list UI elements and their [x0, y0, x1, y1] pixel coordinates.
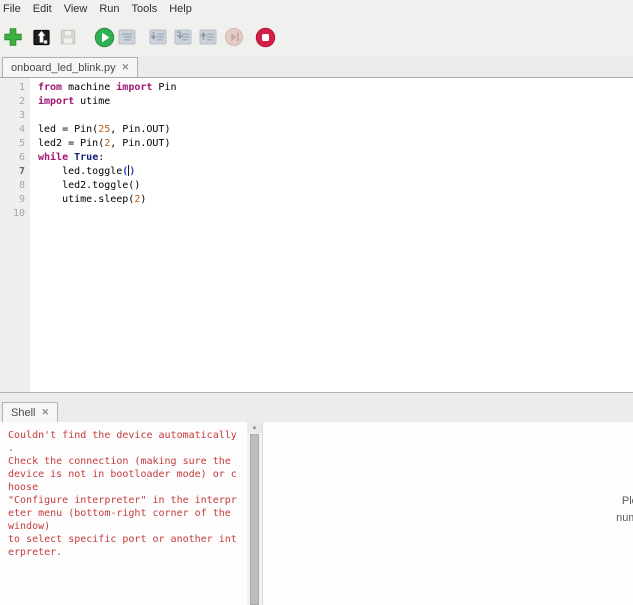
- floppy-load-icon: [32, 28, 51, 47]
- debug-list-icon: [117, 27, 137, 47]
- step-over-button: [147, 26, 169, 48]
- menu-view[interactable]: View: [58, 1, 94, 17]
- shell-error-line: .: [8, 442, 247, 455]
- save-file-button: [57, 26, 79, 48]
- shell-error-line: "Configure interpreter" in the interpr: [8, 494, 247, 507]
- shell-error-line: window): [8, 520, 247, 533]
- debug-script-button: [116, 26, 138, 48]
- code-line: led2.toggle(): [30, 179, 633, 193]
- thonny-window: FileEditViewRunToolsHelp onboard_led_bli…: [0, 0, 633, 605]
- stop-restart-button[interactable]: [254, 26, 276, 48]
- code-line: while True:: [30, 151, 633, 165]
- shell-error-line: to select specific port or another int: [8, 533, 247, 546]
- plotter-placeholder-text: Plotter visualizes series ofnumbers prin…: [263, 493, 633, 555]
- code-line: led.toggle(): [30, 165, 633, 179]
- shell-error-line: erpreter.: [8, 546, 247, 559]
- step-over-icon: [148, 27, 168, 47]
- code-line: led2 = Pin(2, Pin.OUT): [30, 137, 633, 151]
- run-script-button[interactable]: [93, 26, 115, 48]
- editor-tab-label: onboard_led_blink.py: [11, 62, 116, 74]
- plotter-text-line: Plotter visualizes series of: [263, 493, 633, 510]
- play-circle-icon: [94, 27, 115, 48]
- code-line: from machine import Pin: [30, 81, 633, 95]
- tab-shell[interactable]: Shell ✕: [2, 402, 58, 422]
- shell-error-line: eter menu (bottom-right corner of the: [8, 507, 247, 520]
- plotter-pane: Plotter visualizes series ofnumbers prin…: [263, 422, 633, 605]
- step-out-icon: [198, 27, 218, 47]
- scrollbar-thumb[interactable]: [250, 434, 259, 605]
- menu-help[interactable]: Help: [163, 1, 198, 17]
- plotter-text-line: See Help for details.: [263, 538, 633, 555]
- shell-output[interactable]: Couldn't find the device automatically.C…: [0, 422, 247, 605]
- line-number: 1: [0, 81, 30, 95]
- shell-tab-label: Shell: [11, 407, 35, 419]
- line-number: 5: [0, 137, 30, 151]
- shell-tab-bar: Shell ✕: [0, 392, 633, 423]
- line-number-gutter: 12345678910: [0, 78, 30, 392]
- step-out-button: [197, 26, 219, 48]
- menu-run[interactable]: Run: [93, 1, 125, 17]
- plotter-text-line: [263, 527, 633, 538]
- code-editor[interactable]: 12345678910 from machine import Pinimpor…: [0, 78, 633, 392]
- tab-close-icon[interactable]: ✕: [41, 408, 49, 417]
- editor-tab-bar: onboard_led_blink.py ✕: [0, 56, 633, 78]
- code-line: utime.sleep(2): [30, 193, 633, 207]
- tab-onboard-led-blink-py[interactable]: onboard_led_blink.py ✕: [2, 57, 138, 77]
- code-text-area[interactable]: from machine import Pinimport utime led =…: [30, 78, 633, 392]
- step-into-button: [172, 26, 194, 48]
- line-number: 2: [0, 95, 30, 109]
- code-line: [30, 109, 633, 123]
- plus-icon: [3, 27, 23, 47]
- menu-tools[interactable]: Tools: [126, 1, 164, 17]
- tab-close-icon[interactable]: ✕: [122, 63, 130, 72]
- scroll-up-icon[interactable]: ▲: [247, 422, 262, 433]
- resume-button: [223, 26, 245, 48]
- line-number: 9: [0, 193, 30, 207]
- menubar: FileEditViewRunToolsHelp: [0, 0, 633, 18]
- line-number: 7: [0, 165, 30, 179]
- plotter-text-line: numbers printed to the shell.: [263, 510, 633, 527]
- shell-error-line: hoose: [8, 481, 247, 494]
- shell-error-line: Check the connection (making sure the: [8, 455, 247, 468]
- resume-icon: [224, 27, 244, 47]
- shell-scrollbar[interactable]: ▲: [247, 422, 262, 605]
- menu-file[interactable]: File: [0, 1, 27, 17]
- line-number: 6: [0, 151, 30, 165]
- new-file-button[interactable]: [2, 26, 24, 48]
- line-number: 4: [0, 123, 30, 137]
- menu-edit[interactable]: Edit: [27, 1, 58, 17]
- step-into-icon: [173, 27, 193, 47]
- code-line: [30, 207, 633, 221]
- shell-error-line: device is not in bootloader mode) or c: [8, 468, 247, 481]
- toolbar: [0, 18, 633, 56]
- line-number: 3: [0, 109, 30, 123]
- shell-error-line: Couldn't find the device automatically: [8, 429, 247, 442]
- load-file-button[interactable]: [30, 26, 52, 48]
- line-number: 8: [0, 179, 30, 193]
- code-line: import utime: [30, 95, 633, 109]
- code-line: led = Pin(25, Pin.OUT): [30, 123, 633, 137]
- floppy-save-icon: [59, 28, 77, 46]
- line-number: 10: [0, 207, 30, 221]
- stop-circle-icon: [255, 27, 276, 48]
